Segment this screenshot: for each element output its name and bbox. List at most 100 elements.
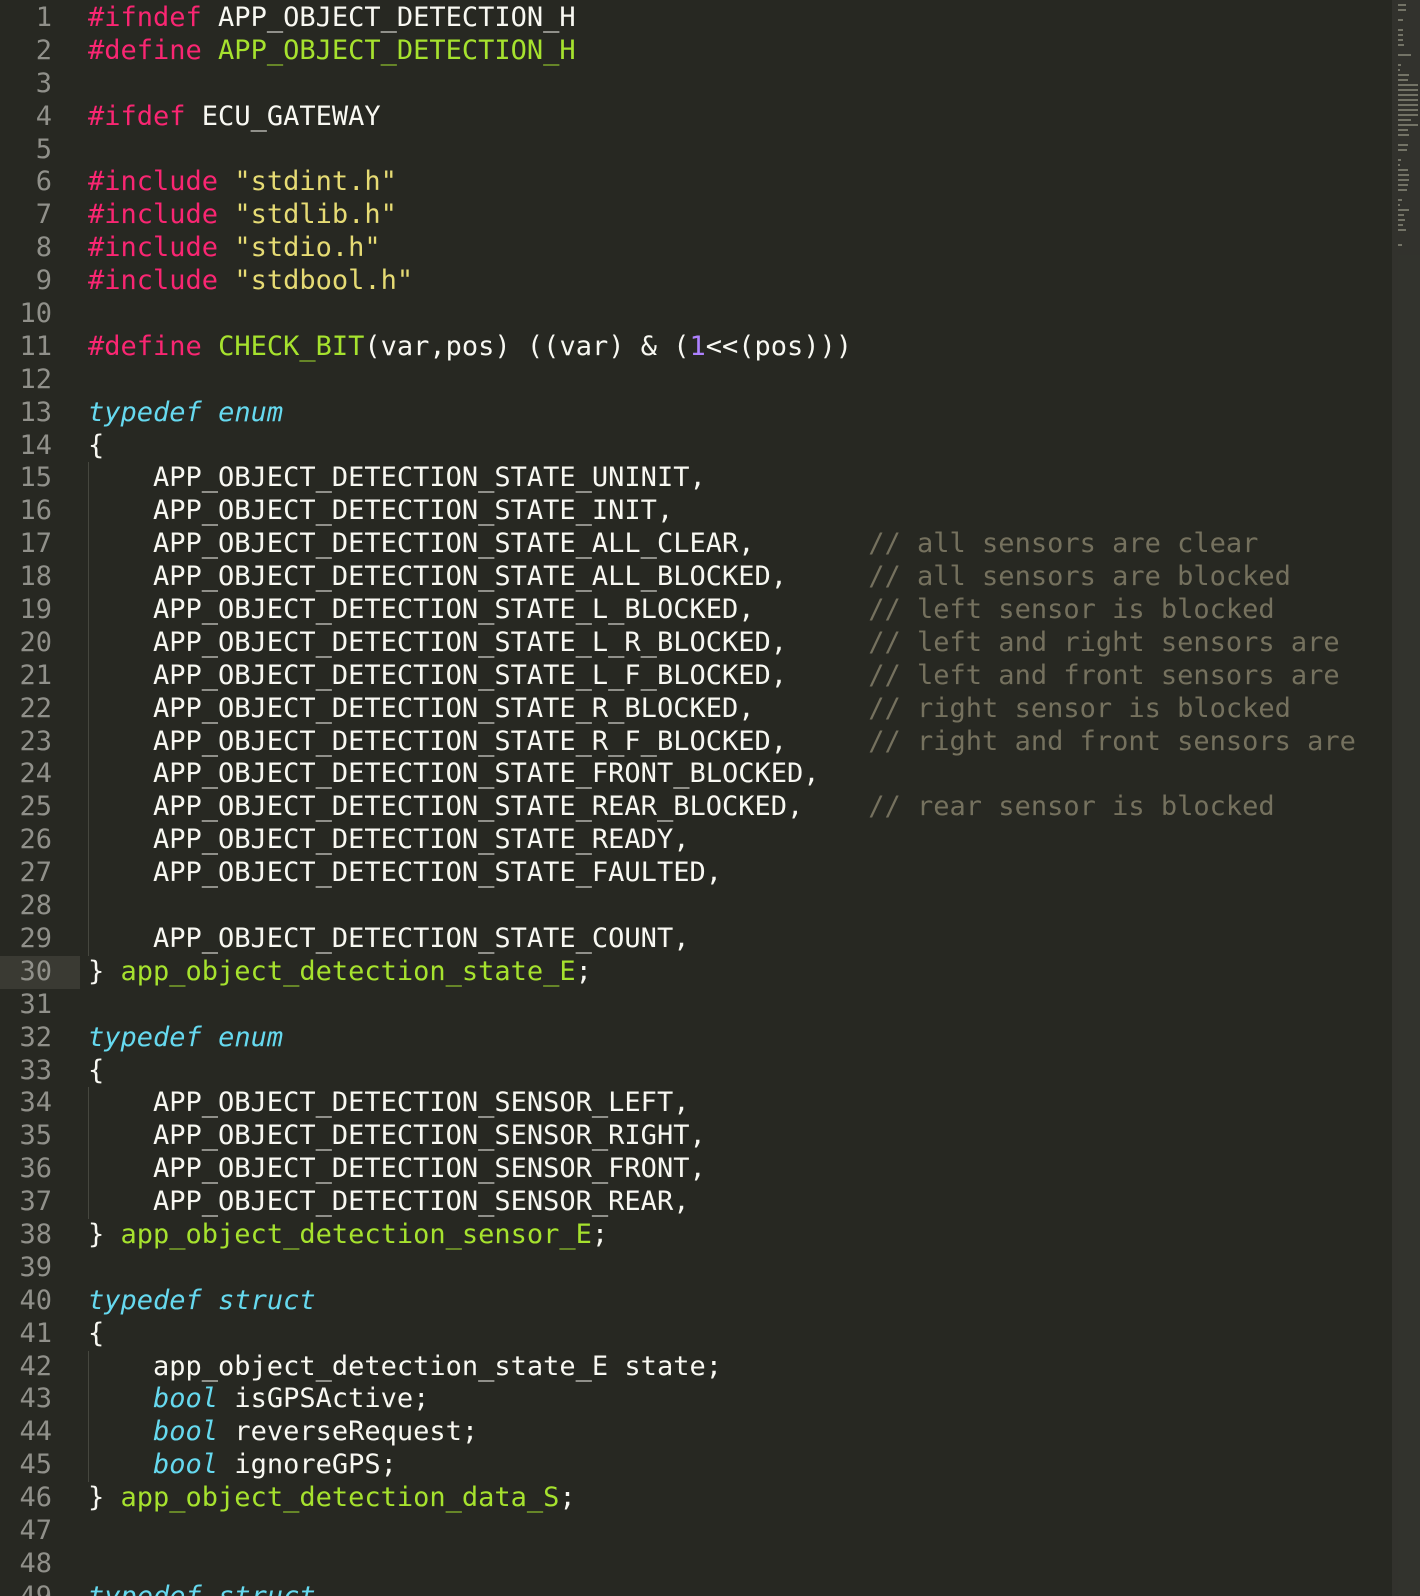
code-line[interactable]: 40 typedef struct: [0, 1285, 1400, 1318]
code-line[interactable]: 6 #include "stdint.h": [0, 166, 1400, 199]
code-line[interactable]: 41 {: [0, 1318, 1400, 1351]
code-text: APP_OBJECT_DETECTION_STATE_COUNT,: [88, 923, 689, 956]
code-line[interactable]: 36 APP_OBJECT_DETECTION_SENSOR_FRONT,: [0, 1153, 1400, 1187]
code-line[interactable]: 33 {: [0, 1055, 1400, 1088]
minimap-line: [1398, 79, 1409, 81]
code-line[interactable]: 21 APP_OBJECT_DETECTION_STATE_L_F_BLOCKE…: [0, 659, 1400, 693]
line-number: 23: [19, 725, 52, 757]
code-line[interactable]: 37 APP_OBJECT_DETECTION_SENSOR_REAR,: [0, 1186, 1400, 1219]
code-line[interactable]: 38} app_object_detection_sensor_E;: [0, 1219, 1400, 1252]
code-token: app_object_detection_state_E: [120, 955, 576, 987]
line-number: 19: [19, 594, 52, 626]
line-number: 6: [35, 166, 52, 198]
code-token: APP_OBJECT_DETECTION_STATE_ALL_BLOCKED,: [88, 561, 869, 593]
minimap-line: [1398, 209, 1409, 211]
code-line[interactable]: 26 APP_OBJECT_DETECTION_STATE_READY,: [0, 824, 1400, 858]
code-text: APP_OBJECT_DETECTION_STATE_ALL_CLEAR, //…: [88, 528, 1258, 561]
code-line[interactable]: 18 APP_OBJECT_DETECTION_STATE_ALL_BLOCKE…: [0, 561, 1400, 595]
code-token: ;: [591, 1218, 609, 1250]
code-line[interactable]: 25 APP_OBJECT_DETECTION_STATE_REAR_BLOCK…: [0, 791, 1400, 825]
code-line[interactable]: 23 APP_OBJECT_DETECTION_STATE_R_F_BLOCKE…: [0, 725, 1400, 759]
code-line[interactable]: 27 APP_OBJECT_DETECTION_STATE_FAULTED,: [0, 857, 1400, 891]
code-token: APP_OBJECT_DETECTION_STATE_FRONT_BLOCKED…: [88, 758, 820, 790]
code-token: bool: [153, 1416, 219, 1448]
code-line[interactable]: 5: [0, 134, 1400, 167]
code-token: APP_OBJECT_DETECTION_STATE_L_BLOCKED,: [88, 594, 869, 626]
code-line[interactable]: 48: [0, 1548, 1400, 1581]
code-text: typedef enum: [88, 397, 283, 430]
code-line[interactable]: 3: [0, 68, 1400, 101]
code-line[interactable]: 45 bool ignoreGPS;: [0, 1449, 1400, 1483]
code-line[interactable]: 17 APP_OBJECT_DETECTION_STATE_ALL_CLEAR,…: [0, 528, 1400, 562]
code-line[interactable]: 46} app_object_detection_data_S;: [0, 1482, 1400, 1515]
code-line[interactable]: 19 APP_OBJECT_DETECTION_STATE_L_BLOCKED,…: [0, 594, 1400, 627]
code-line[interactable]: 15 APP_OBJECT_DETECTION_STATE_UNINIT,: [0, 462, 1400, 496]
line-number: 15: [19, 462, 52, 494]
code-line[interactable]: 9 #include "stdbool.h": [0, 265, 1400, 298]
code-text: #include "stdint.h": [88, 166, 397, 199]
minimap[interactable]: [1392, 0, 1420, 1596]
code-token: isGPSActive;: [218, 1383, 430, 1415]
line-number: 37: [19, 1186, 52, 1218]
minimap-line: [1398, 214, 1404, 216]
code-text: APP_OBJECT_DETECTION_STATE_FRONT_BLOCKED…: [88, 758, 820, 791]
minimap-line: [1398, 229, 1407, 231]
code-lines[interactable]: 1 #ifndef APP_OBJECT_DETECTION_H 2 #define …: [0, 2, 1400, 1596]
minimap-viewport[interactable]: [1392, 0, 1420, 1596]
code-line[interactable]: 34 APP_OBJECT_DETECTION_SENSOR_LEFT,: [0, 1087, 1400, 1121]
line-number: 14: [19, 429, 52, 461]
code-line[interactable]: 2 #define APP_OBJECT_DETECTION_H: [0, 35, 1400, 68]
code-line[interactable]: 44 bool reverseRequest;: [0, 1416, 1400, 1450]
code-token: ;: [575, 955, 592, 987]
line-number: 3: [35, 67, 52, 99]
code-line[interactable]: 7 #include "stdlib.h": [0, 199, 1400, 232]
code-line[interactable]: 49 typedef struct: [0, 1581, 1400, 1596]
code-text: typedef enum: [88, 1022, 283, 1055]
minimap-line: [1398, 119, 1411, 121]
code-line[interactable]: 24 APP_OBJECT_DETECTION_STATE_FRONT_BLOC…: [0, 758, 1400, 792]
code-token: ECU_GATEWAY: [185, 100, 381, 132]
code-token: APP_OBJECT_DETECTION_STATE_ALL_CLEAR,: [88, 528, 869, 560]
minimap-line: [1398, 124, 1418, 126]
line-number: 8: [35, 232, 52, 264]
code-line[interactable]: 11 #define CHECK_BIT(var,pos) ((var) & (1…: [0, 331, 1400, 364]
code-editor[interactable]: 1 #ifndef APP_OBJECT_DETECTION_H 2 #define …: [0, 0, 1420, 1596]
code-line[interactable]: 31: [0, 989, 1400, 1022]
code-token: typedef: [88, 1284, 202, 1316]
code-line[interactable]: 22 APP_OBJECT_DETECTION_STATE_R_BLOCKED,…: [0, 692, 1400, 726]
code-line[interactable]: 28: [0, 890, 1400, 923]
minimap-line: [1398, 29, 1404, 31]
minimap-line: [1398, 44, 1404, 46]
code-line[interactable]: 14 {: [0, 430, 1400, 463]
code-line[interactable]: 39: [0, 1252, 1400, 1285]
line-number: 47: [19, 1514, 52, 1546]
code-line[interactable]: 13 typedef enum: [0, 397, 1400, 430]
code-line[interactable]: 10: [0, 298, 1400, 331]
code-line[interactable]: 32 typedef enum: [0, 1022, 1400, 1055]
code-token: (var,pos) ((var) & (: [364, 330, 690, 362]
line-number: 28: [19, 890, 52, 922]
line-number: 39: [19, 1251, 52, 1283]
code-line[interactable]: 12: [0, 364, 1400, 397]
line-number: 18: [19, 561, 52, 593]
code-token: APP_OBJECT_DETECTION_STATE_COUNT,: [88, 922, 690, 954]
code-line[interactable]: 20 APP_OBJECT_DETECTION_STATE_L_R_BLOCKE…: [0, 626, 1400, 660]
line-number: 1: [35, 2, 52, 33]
code-line[interactable]: 29 APP_OBJECT_DETECTION_STATE_COUNT,: [0, 922, 1400, 956]
code-line[interactable]: 43 bool isGPSActive;: [0, 1383, 1400, 1417]
code-token: "stdint.h": [234, 166, 397, 198]
minimap-line: [1398, 109, 1418, 111]
code-line[interactable]: 42 app_object_detection_state_E state;: [0, 1350, 1400, 1384]
code-line[interactable]: 4 #ifdef ECU_GATEWAY: [0, 101, 1400, 134]
minimap-line: [1398, 164, 1400, 166]
line-number: 44: [19, 1416, 52, 1448]
code-text: bool ignoreGPS;: [88, 1449, 397, 1482]
code-line[interactable]: 47: [0, 1515, 1400, 1548]
code-line[interactable]: 1 #ifndef APP_OBJECT_DETECTION_H: [0, 2, 1400, 35]
code-line[interactable]: 30} app_object_detection_state_E;: [0, 955, 1400, 989]
code-line[interactable]: 35 APP_OBJECT_DETECTION_SENSOR_RIGHT,: [0, 1120, 1400, 1154]
code-line[interactable]: 8 #include "stdio.h": [0, 232, 1400, 265]
code-line[interactable]: 16 APP_OBJECT_DETECTION_STATE_INIT,: [0, 495, 1400, 529]
